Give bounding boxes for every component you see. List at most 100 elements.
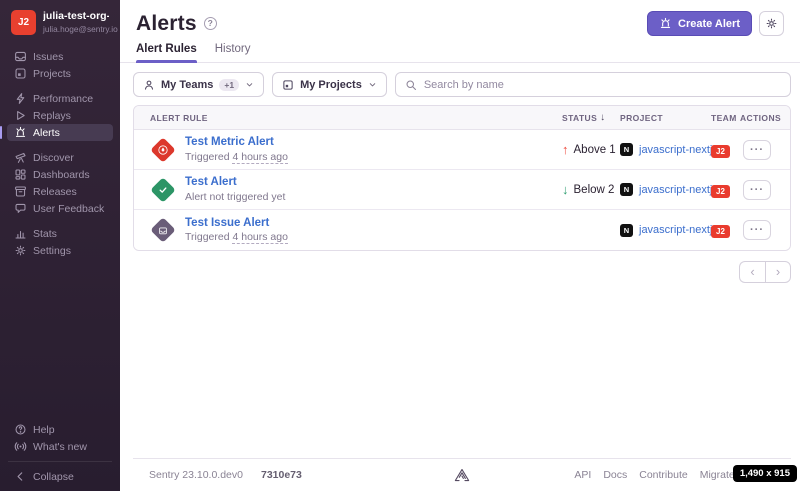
my-teams-label: My Teams — [161, 79, 213, 91]
alert-rule-status-text: Triggered 4 hours ago — [185, 231, 288, 244]
alert-rule-link[interactable]: Test Alert — [185, 175, 285, 189]
sidebar-item-label: Settings — [33, 245, 71, 257]
metric-alert-critical-icon — [150, 137, 176, 163]
search-box[interactable] — [395, 72, 791, 97]
replays-icon — [14, 109, 27, 122]
org-email: julia.hoge@sentry.io — [43, 24, 109, 34]
relative-time[interactable]: 4 hours ago — [232, 151, 287, 164]
previous-page-button[interactable]: ‹ — [739, 261, 765, 283]
filter-bar: My Teams +1 My Projects — [133, 72, 791, 97]
my-projects-filter-button[interactable]: My Projects — [272, 72, 387, 97]
sidebar-item-label: Dashboards — [33, 169, 90, 181]
sidebar-item-dashboards[interactable]: Dashboards — [7, 166, 113, 183]
help-icon — [14, 423, 27, 436]
row-actions-button[interactable]: ··· — [743, 180, 771, 200]
sidebar-item-whats-new[interactable]: What's new — [7, 438, 113, 455]
team-cell: J2 — [711, 141, 740, 159]
issue-alert-icon — [150, 217, 176, 243]
alert-resolved-icon — [150, 177, 176, 203]
releases-icon — [14, 185, 27, 198]
trend-up-icon: ↑ — [562, 143, 569, 156]
sidebar-item-stats[interactable]: Stats — [7, 225, 113, 242]
sidebar-item-label: Collapse — [33, 471, 74, 483]
sidebar-item-settings[interactable]: Settings — [7, 242, 113, 259]
sidebar-item-collapse[interactable]: Collapse — [7, 468, 113, 485]
column-header-status[interactable]: STATUS ↓ — [562, 112, 620, 123]
status-cell: ↑ Above 1 — [562, 143, 620, 156]
nextjs-platform-icon: N — [620, 143, 633, 156]
alert-rules-table: ALERT RULE STATUS ↓ PROJECT TEAM ACTIONS — [133, 105, 791, 251]
sidebar-divider — [8, 461, 112, 462]
sidebar-item-help[interactable]: Help — [7, 421, 113, 438]
user-icon — [143, 79, 155, 91]
team-cell: J2 — [711, 181, 740, 199]
sidebar-item-issues[interactable]: Issues — [7, 48, 113, 65]
issues-icon — [14, 50, 27, 63]
table-row: Test Alert Alert not triggered yet ↓ Bel… — [134, 170, 790, 210]
project-icon — [282, 79, 294, 91]
sidebar-item-label: What's new — [33, 441, 87, 453]
help-icon[interactable]: ? — [204, 17, 217, 30]
performance-icon — [14, 92, 27, 105]
tab-alert-rules[interactable]: Alert Rules — [136, 43, 197, 62]
page-title: Alerts — [136, 12, 197, 36]
alert-rule-link[interactable]: Test Metric Alert — [185, 135, 288, 149]
sidebar-nav: Issues Projects Performance Replays Aler… — [0, 48, 120, 267]
projects-icon — [14, 67, 27, 80]
project-cell: N javascript-nextjs — [620, 224, 711, 237]
broadcast-icon — [14, 440, 27, 453]
sidebar-item-projects[interactable]: Projects — [7, 65, 113, 82]
sidebar-item-label: Alerts — [33, 127, 60, 139]
sidebar-item-label: Projects — [33, 68, 71, 80]
teams-count-badge: +1 — [219, 79, 239, 91]
alert-rule-status-text: Alert not triggered yet — [185, 191, 285, 204]
row-actions-button[interactable]: ··· — [743, 220, 771, 240]
sentry-logo-icon — [454, 468, 470, 482]
footer-link-contribute[interactable]: Contribute — [639, 469, 687, 481]
org-switcher[interactable]: J2 julia-test-org-2 … julia.hoge@sentry.… — [0, 10, 120, 35]
status-cell: ↓ Below 2 — [562, 183, 620, 196]
next-page-button[interactable]: › — [765, 261, 791, 283]
project-link[interactable]: javascript-nextjs — [639, 224, 718, 236]
tab-bar: Alert Rules History — [120, 43, 800, 63]
search-input[interactable] — [424, 79, 781, 91]
nextjs-platform-icon: N — [620, 183, 633, 196]
sidebar-item-replays[interactable]: Replays — [7, 107, 113, 124]
row-actions-button[interactable]: ··· — [743, 140, 771, 160]
create-alert-button[interactable]: Create Alert — [647, 11, 752, 36]
sidebar-item-releases[interactable]: Releases — [7, 183, 113, 200]
my-teams-filter-button[interactable]: My Teams +1 — [133, 72, 264, 97]
footer-link-docs[interactable]: Docs — [603, 469, 627, 481]
page-footer: Sentry 23.10.0.dev0 7310e73 API Docs Con… — [133, 458, 791, 491]
gear-icon — [14, 244, 27, 257]
project-link[interactable]: javascript-nextjs — [639, 184, 718, 196]
org-name: julia-test-org-2 … — [43, 10, 109, 22]
team-cell: J2 — [711, 221, 740, 239]
sidebar: J2 julia-test-org-2 … julia.hoge@sentry.… — [0, 0, 120, 491]
sidebar-item-label: Help — [33, 424, 55, 436]
viewport-size-indicator: 1,490 x 915 — [733, 465, 797, 482]
settings-gear-button[interactable] — [759, 11, 784, 36]
tab-history[interactable]: History — [215, 43, 251, 62]
column-header-alert-rule: ALERT RULE — [150, 113, 562, 123]
sidebar-item-performance[interactable]: Performance — [7, 90, 113, 107]
sidebar-item-alerts[interactable]: Alerts — [7, 124, 113, 141]
trigger-threshold: Below 2 — [574, 184, 615, 196]
team-badge[interactable]: J2 — [711, 225, 730, 238]
project-link[interactable]: javascript-nextjs — [639, 144, 718, 156]
chevron-down-icon — [368, 80, 377, 89]
speech-bubble-icon — [14, 202, 27, 215]
sidebar-item-label: Performance — [33, 93, 93, 105]
alert-rule-status-text: Triggered 4 hours ago — [185, 151, 288, 164]
sidebar-item-label: Stats — [33, 228, 57, 240]
footer-link-api[interactable]: API — [574, 469, 591, 481]
team-badge[interactable]: J2 — [711, 145, 730, 158]
sidebar-item-user-feedback[interactable]: User Feedback — [7, 200, 113, 217]
sidebar-item-discover[interactable]: Discover — [7, 149, 113, 166]
relative-time[interactable]: 4 hours ago — [232, 231, 287, 244]
sidebar-item-label: Replays — [33, 110, 71, 122]
alert-rule-link[interactable]: Test Issue Alert — [185, 216, 288, 230]
table-row: Test Metric Alert Triggered 4 hours ago … — [134, 130, 790, 170]
team-badge[interactable]: J2 — [711, 185, 730, 198]
nextjs-platform-icon: N — [620, 224, 633, 237]
